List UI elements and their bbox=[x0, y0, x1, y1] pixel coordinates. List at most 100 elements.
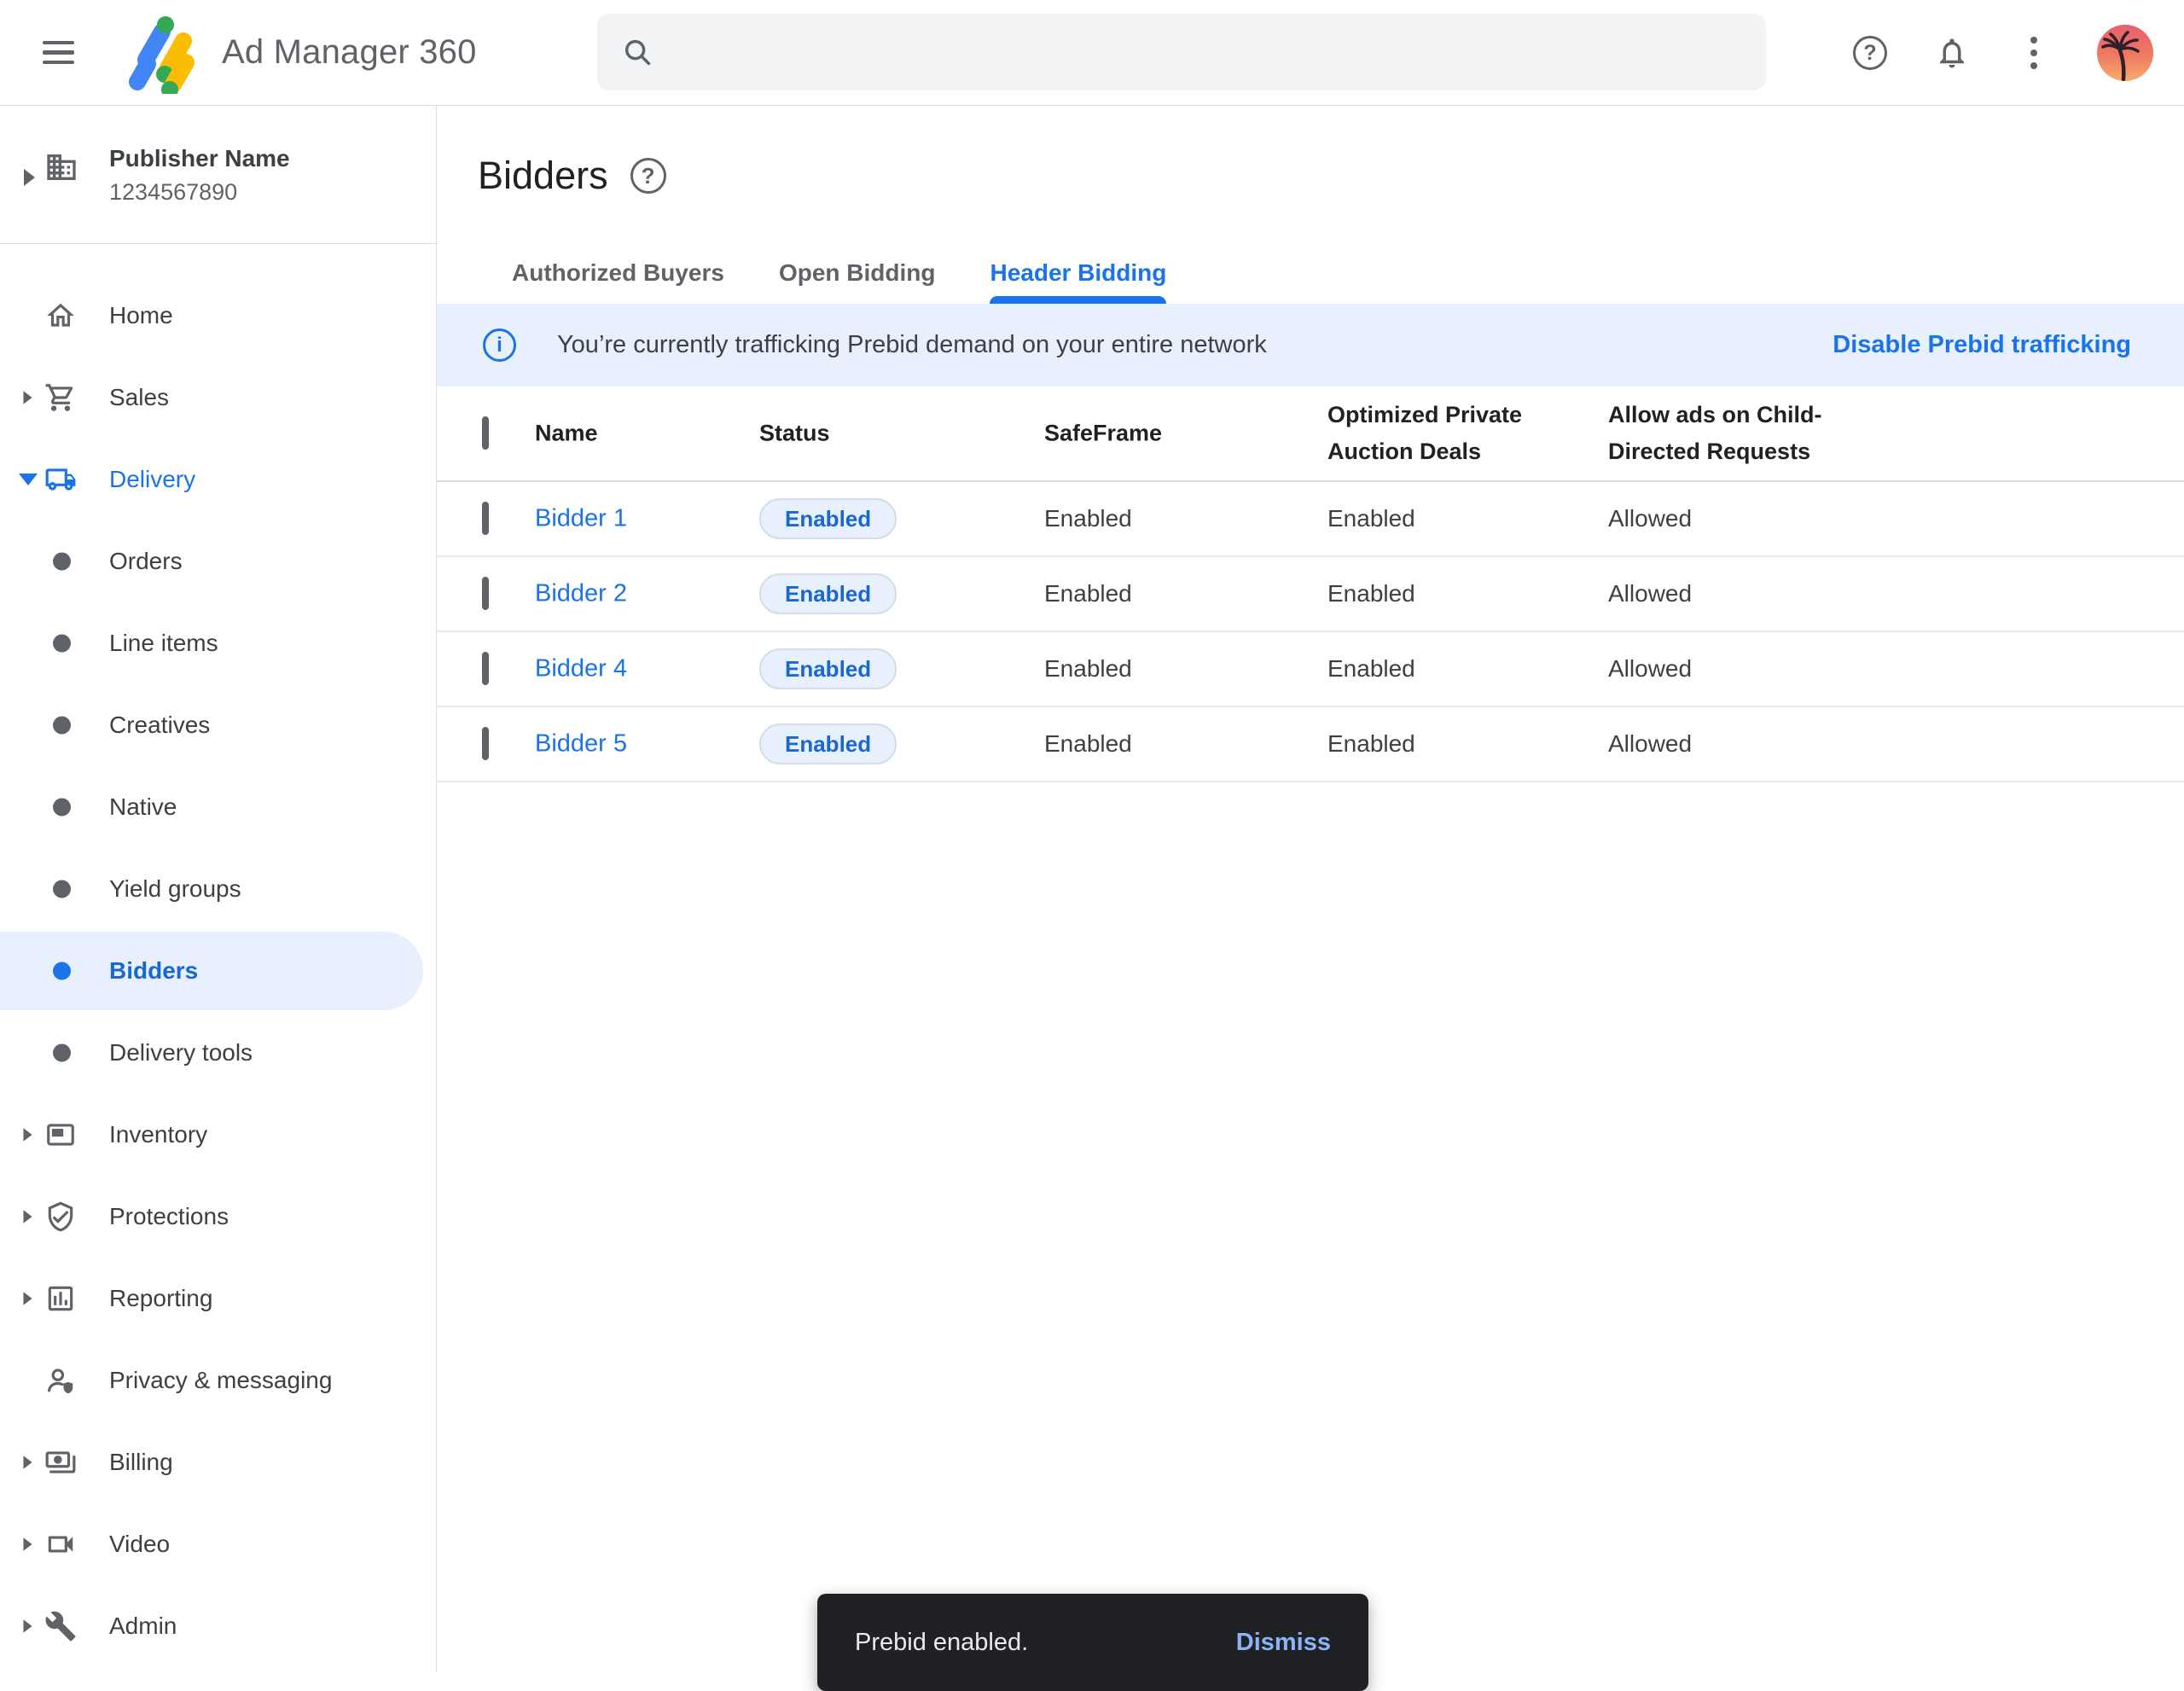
chevron-right-icon bbox=[23, 1210, 32, 1223]
table-row: Bidder 1 Enabled Enabled Enabled Allowed bbox=[437, 482, 2184, 557]
bidder-link[interactable]: Bidder 5 bbox=[535, 730, 627, 758]
sidebar-item-privacy-messaging[interactable]: Privacy & messaging bbox=[0, 1339, 436, 1421]
sidebar-item-protections[interactable]: Protections bbox=[0, 1176, 436, 1258]
person-shield-icon bbox=[44, 1364, 77, 1397]
status-chip: Enabled bbox=[759, 648, 897, 689]
chevron-right-icon bbox=[23, 1292, 32, 1305]
optimized-deals-value: Enabled bbox=[1327, 655, 1415, 683]
bullet-icon bbox=[53, 553, 71, 571]
search-bar[interactable] bbox=[597, 14, 1766, 90]
table-header-row: Name Status SafeFrame Optimized Private … bbox=[437, 386, 2184, 482]
bidder-link[interactable]: Bidder 2 bbox=[535, 580, 627, 608]
sidebar-item-orders[interactable]: Orders bbox=[0, 520, 436, 602]
safeframe-value: Enabled bbox=[1044, 730, 1132, 758]
sidebar-item-yield-groups[interactable]: Yield groups bbox=[0, 848, 436, 930]
optimized-deals-value: Enabled bbox=[1327, 505, 1415, 532]
column-header-status: Status bbox=[759, 415, 830, 451]
toast-snackbar: Prebid enabled. Dismiss bbox=[817, 1594, 1368, 1691]
info-banner: i You’re currently trafficking Prebid de… bbox=[437, 304, 2184, 386]
window-icon bbox=[44, 1119, 77, 1151]
safeframe-value: Enabled bbox=[1044, 505, 1132, 532]
topbar-actions: ? bbox=[1851, 0, 2153, 106]
publisher-name: Publisher Name bbox=[109, 145, 290, 172]
active-tab-underline bbox=[990, 296, 1166, 304]
sidebar-item-reporting[interactable]: Reporting bbox=[0, 1258, 436, 1339]
child-directed-value: Allowed bbox=[1608, 505, 1692, 532]
sidebar-item-creatives[interactable]: Creatives bbox=[0, 684, 436, 766]
safeframe-value: Enabled bbox=[1044, 580, 1132, 607]
dismiss-button[interactable]: Dismiss bbox=[1236, 1629, 1331, 1657]
ad-manager-logo-icon bbox=[125, 12, 203, 94]
notifications-icon[interactable] bbox=[1933, 34, 1971, 72]
publisher-id: 1234567890 bbox=[109, 179, 237, 206]
sidebar-item-admin[interactable]: Admin bbox=[0, 1585, 436, 1667]
sidebar-item-delivery[interactable]: Delivery bbox=[0, 439, 436, 520]
toast-message: Prebid enabled. bbox=[855, 1629, 1028, 1657]
column-header-safeframe: SafeFrame bbox=[1044, 415, 1162, 451]
row-checkbox[interactable] bbox=[482, 577, 489, 610]
chevron-right-icon bbox=[23, 391, 32, 404]
table-row: Bidder 4 Enabled Enabled Enabled Allowed bbox=[437, 632, 2184, 707]
sidebar-item-video[interactable]: Video bbox=[0, 1503, 436, 1585]
page-header: Bidders ? bbox=[478, 154, 666, 198]
menu-icon[interactable] bbox=[43, 34, 80, 72]
row-checkbox[interactable] bbox=[482, 727, 489, 760]
chevron-down-icon bbox=[19, 474, 38, 485]
bullet-icon bbox=[53, 635, 71, 653]
truck-icon bbox=[44, 463, 77, 496]
cart-icon bbox=[44, 381, 77, 414]
more-options-icon[interactable] bbox=[2015, 34, 2053, 72]
sidebar-item-inventory[interactable]: Inventory bbox=[0, 1094, 436, 1176]
chevron-right-icon bbox=[23, 1456, 32, 1469]
select-all-checkbox[interactable] bbox=[482, 416, 489, 450]
page-help-icon[interactable]: ? bbox=[630, 158, 666, 194]
banknote-icon bbox=[44, 1446, 77, 1479]
sidebar-item-sales[interactable]: Sales bbox=[0, 357, 436, 439]
sidebar-item-billing[interactable]: Billing bbox=[0, 1421, 436, 1503]
bullet-icon bbox=[53, 799, 71, 816]
video-camera-icon bbox=[44, 1528, 77, 1560]
table-row: Bidder 5 Enabled Enabled Enabled Allowed bbox=[437, 707, 2184, 782]
table-row: Bidder 2 Enabled Enabled Enabled Allowed bbox=[437, 557, 2184, 632]
search-icon bbox=[621, 36, 653, 68]
search-input[interactable] bbox=[674, 38, 1742, 67]
publisher-account-selector[interactable]: Publisher Name 1234567890 bbox=[0, 106, 436, 244]
sidebar-item-home[interactable]: Home bbox=[0, 275, 436, 357]
chevron-right-icon bbox=[23, 1619, 32, 1633]
row-checkbox[interactable] bbox=[482, 502, 489, 535]
column-header-name: Name bbox=[535, 415, 598, 451]
bidder-link[interactable]: Bidder 1 bbox=[535, 505, 627, 533]
bidder-link[interactable]: Bidder 4 bbox=[535, 655, 627, 683]
palm-tree-icon bbox=[2097, 25, 2153, 81]
tab-open-bidding[interactable]: Open Bidding bbox=[779, 256, 936, 304]
page-title: Bidders bbox=[478, 154, 608, 198]
account-avatar[interactable] bbox=[2097, 25, 2153, 81]
shield-check-icon bbox=[44, 1200, 77, 1233]
banner-message: You’re currently trafficking Prebid dema… bbox=[557, 331, 1267, 359]
column-header-optimized-private-auction-deals: Optimized Private Auction Deals bbox=[1327, 397, 1536, 470]
tab-header-bidding[interactable]: Header Bidding bbox=[990, 256, 1166, 304]
optimized-deals-value: Enabled bbox=[1327, 580, 1415, 607]
sidebar: Publisher Name 1234567890 Home Sales Del… bbox=[0, 106, 437, 1672]
sidebar-item-line-items[interactable]: Line items bbox=[0, 602, 436, 684]
safeframe-value: Enabled bbox=[1044, 655, 1132, 683]
sidebar-item-bidders[interactable]: Bidders bbox=[0, 930, 436, 1012]
bullet-icon bbox=[53, 1044, 71, 1062]
sidebar-item-native[interactable]: Native bbox=[0, 766, 436, 848]
help-icon[interactable]: ? bbox=[1851, 34, 1889, 72]
status-chip: Enabled bbox=[759, 723, 897, 764]
bar-chart-icon bbox=[44, 1282, 77, 1315]
tab-authorized-buyers[interactable]: Authorized Buyers bbox=[512, 256, 724, 304]
tab-bar: Authorized Buyers Open Bidding Header Bi… bbox=[512, 256, 1166, 304]
building-icon bbox=[44, 150, 78, 184]
chevron-right-icon bbox=[23, 1128, 32, 1142]
bullet-icon bbox=[53, 880, 71, 898]
column-header-allow-ads-child-directed: Allow ads on Child-Directed Requests bbox=[1608, 397, 1826, 470]
child-directed-value: Allowed bbox=[1608, 580, 1692, 607]
bullet-icon bbox=[53, 962, 71, 980]
info-icon: i bbox=[483, 328, 516, 362]
disable-prebid-trafficking-link[interactable]: Disable Prebid trafficking bbox=[1833, 331, 2131, 359]
sidebar-item-delivery-tools[interactable]: Delivery tools bbox=[0, 1012, 436, 1094]
child-directed-value: Allowed bbox=[1608, 655, 1692, 683]
row-checkbox[interactable] bbox=[482, 652, 489, 685]
